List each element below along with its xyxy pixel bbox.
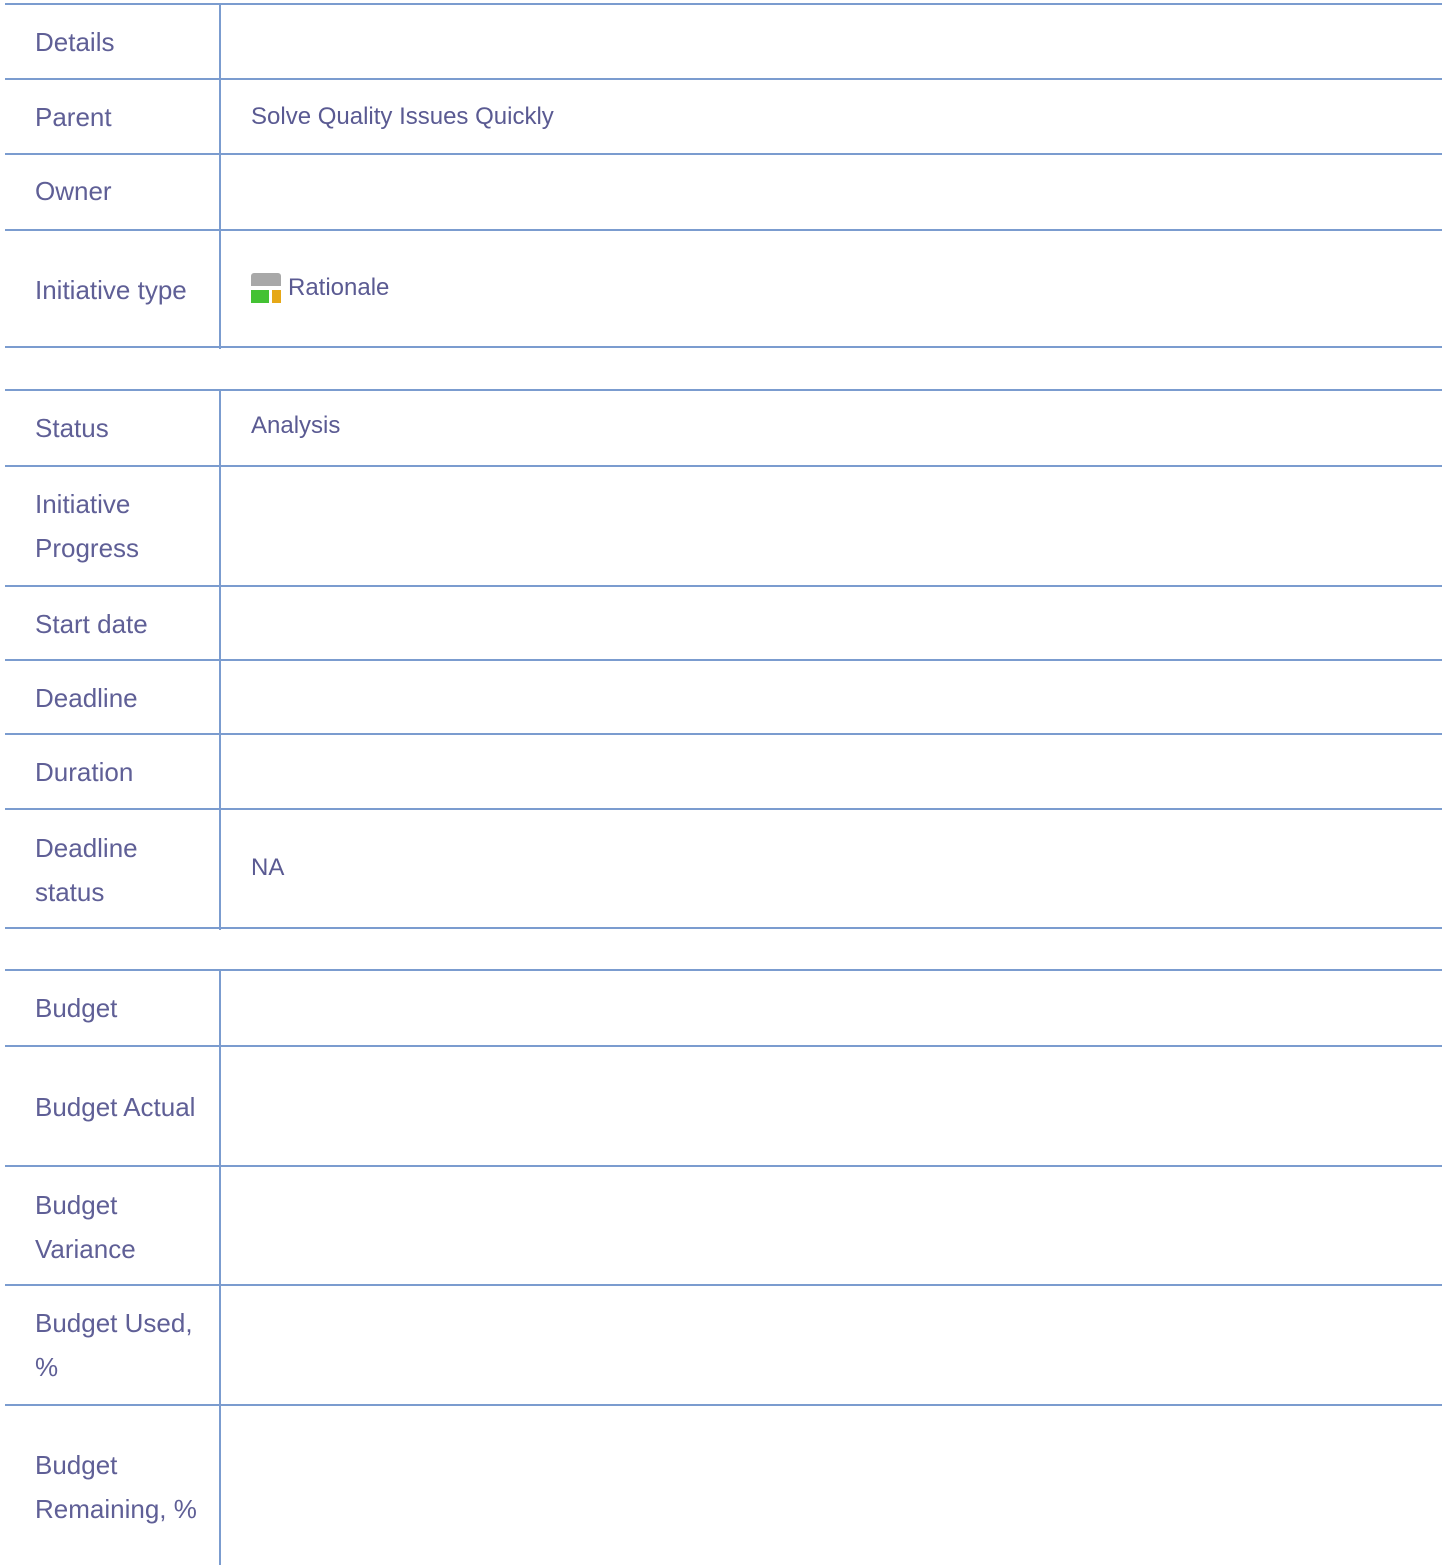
field-value-deadline-status[interactable]: NA: [251, 846, 284, 890]
field-value-initiative-type[interactable]: Rationale: [251, 266, 389, 310]
field-label-parent: Parent: [35, 102, 112, 132]
field-value-status[interactable]: Analysis: [251, 404, 340, 448]
field-label-initiative-progress: Initiative Progress: [35, 489, 140, 563]
field-value-parent[interactable]: Solve Quality Issues Quickly: [251, 95, 554, 139]
field-label-budget-used: Budget Used, %: [35, 1308, 193, 1382]
field-label-budget: Budget: [35, 993, 118, 1023]
field-label-budget-actual: Budget Actual: [35, 1092, 196, 1122]
field-label-status: Status: [35, 413, 109, 443]
initiative-type-text: Rationale: [288, 274, 390, 301]
field-label-owner: Owner: [35, 176, 112, 206]
initiative-type-icon: [251, 273, 281, 303]
field-label-details: Details: [35, 27, 115, 57]
field-label-start-date: Start date: [35, 609, 148, 639]
field-label-deadline: Deadline: [35, 683, 138, 713]
field-label-budget-remaining: Budget Remaining, %: [35, 1450, 197, 1524]
field-label-budget-variance: Budget Variance: [35, 1190, 136, 1264]
field-label-deadline-status: Deadline status: [35, 833, 138, 907]
field-label-duration: Duration: [35, 757, 134, 787]
field-label-initiative-type: Initiative type: [35, 275, 187, 305]
